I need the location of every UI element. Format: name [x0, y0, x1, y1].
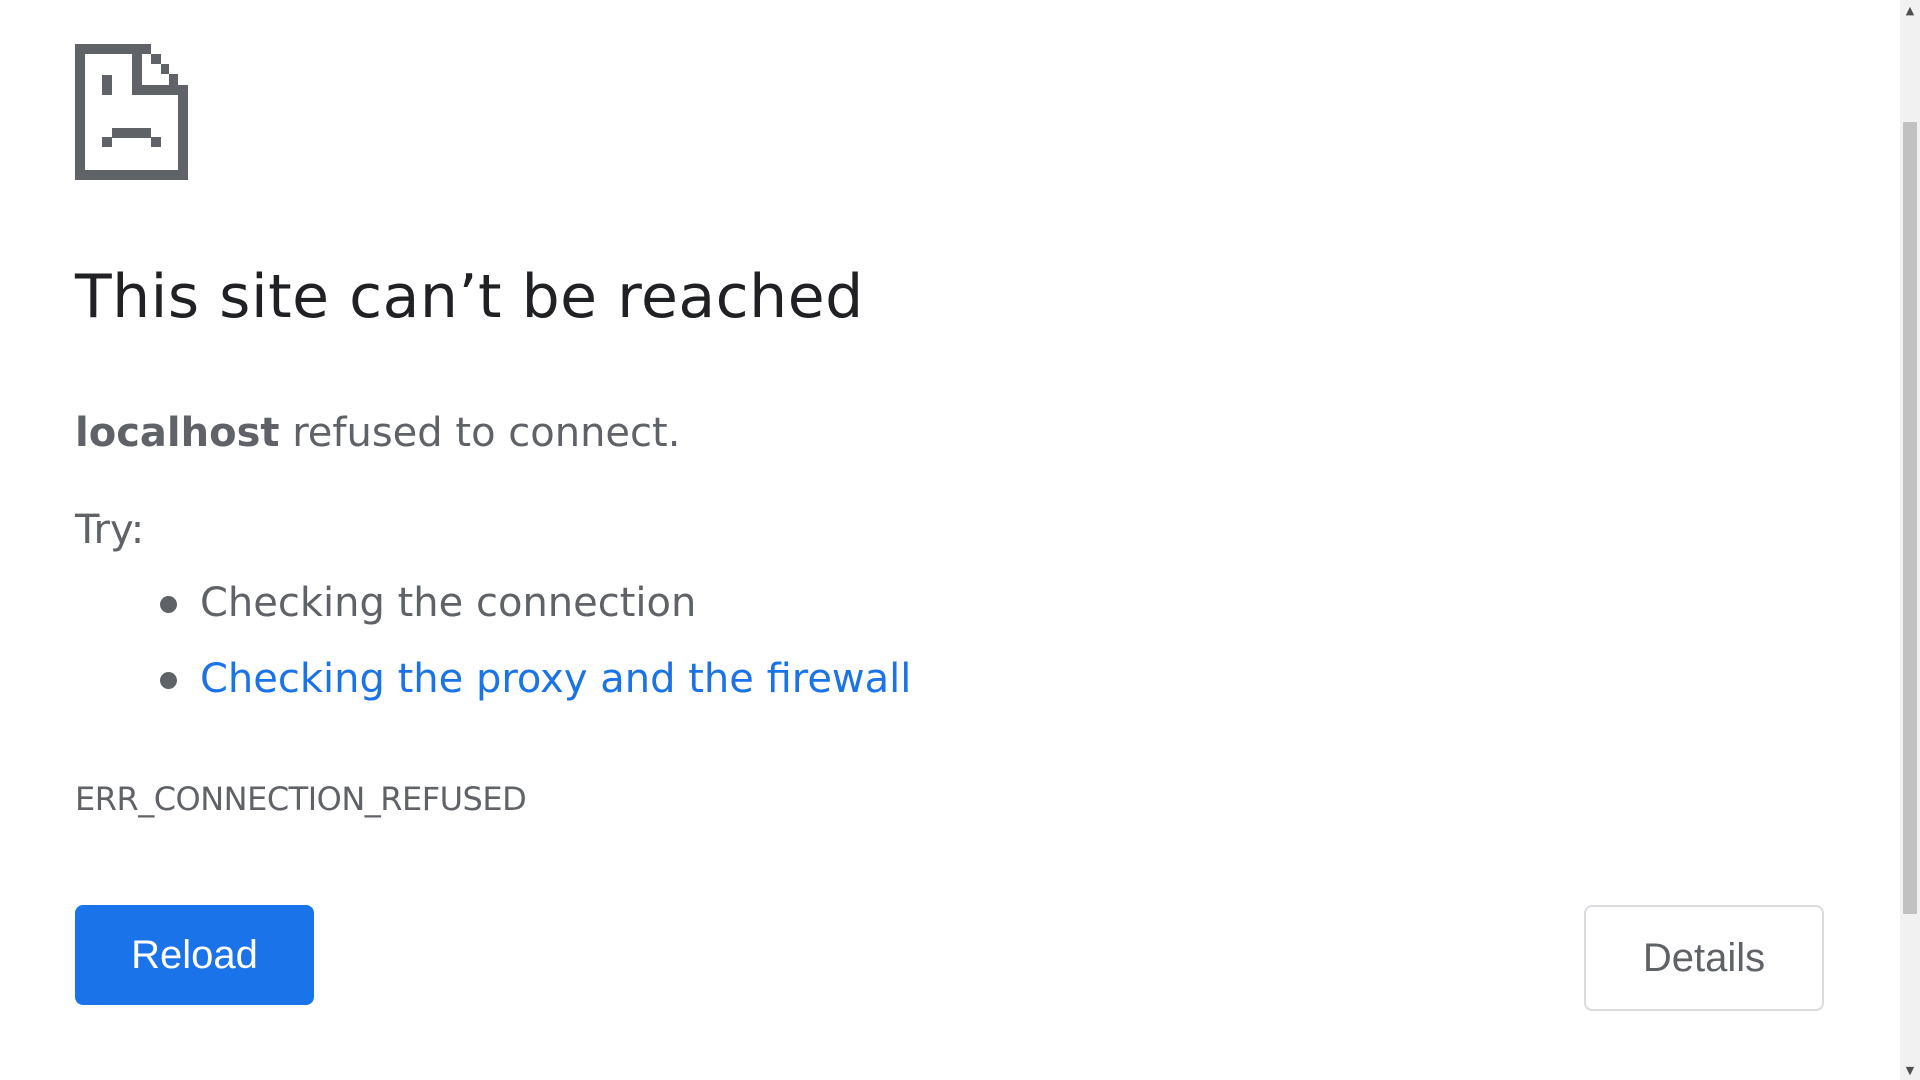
page-title: This site can’t be reached — [75, 262, 864, 332]
error-message-text: refused to connect. — [279, 410, 681, 456]
error-message: localhost refused to connect. — [75, 410, 680, 456]
vertical-scrollbar[interactable]: ▲ ▼ — [1900, 0, 1920, 1080]
scroll-down-arrow-icon[interactable]: ▼ — [1900, 1060, 1920, 1080]
scrollbar-thumb[interactable] — [1903, 122, 1917, 914]
error-page: This site can’t be reached localhost ref… — [0, 0, 1900, 1080]
try-label: Try: — [75, 507, 145, 553]
error-code: ERR_CONNECTION_REFUSED — [75, 780, 527, 818]
suggestion-text: Checking the connection — [200, 580, 697, 626]
suggestion-item-proxy-firewall: Checking the proxy and the firewall — [155, 651, 911, 727]
bullet-icon — [160, 596, 177, 613]
details-button[interactable]: Details — [1584, 905, 1824, 1011]
scroll-up-arrow-icon[interactable]: ▲ — [1900, 0, 1920, 20]
suggestion-list: Checking the connection Checking the pro… — [155, 575, 911, 727]
host-name: localhost — [75, 410, 280, 456]
bullet-icon — [160, 672, 177, 689]
suggestion-item-connection: Checking the connection — [155, 575, 911, 651]
proxy-firewall-link[interactable]: Checking the proxy and the firewall — [200, 656, 911, 702]
reload-button[interactable]: Reload — [75, 905, 314, 1005]
sad-page-icon — [75, 44, 188, 180]
